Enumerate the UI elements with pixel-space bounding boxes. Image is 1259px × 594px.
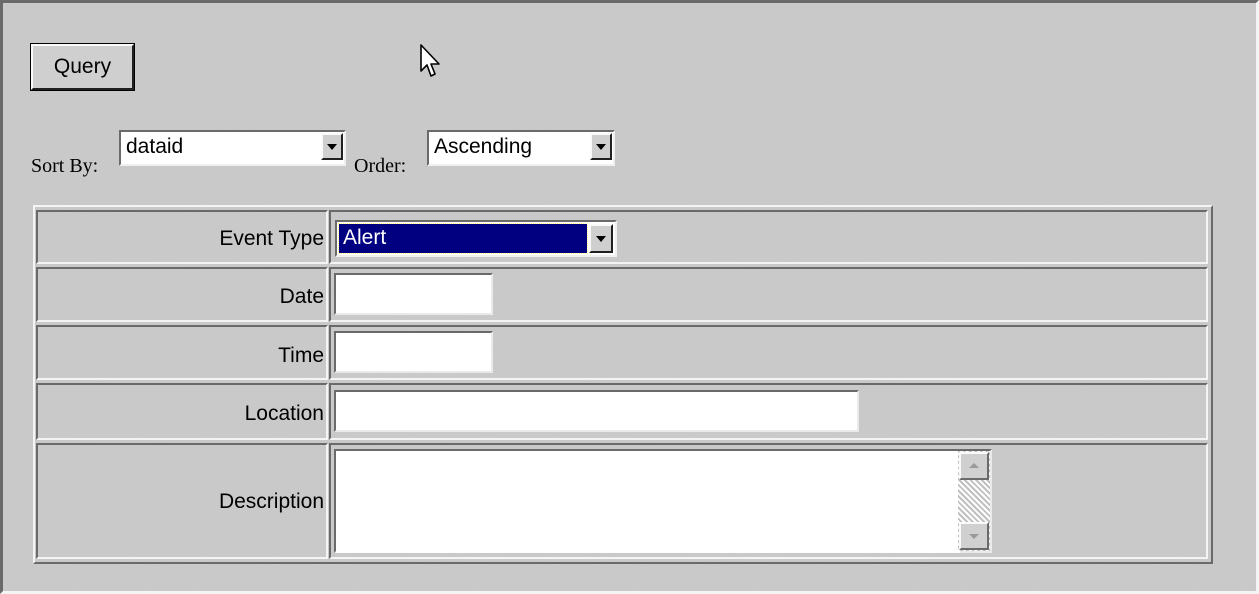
time-label-cell: Time: [36, 325, 328, 380]
description-field[interactable]: [336, 451, 960, 553]
location-label: Location: [244, 402, 324, 425]
scroll-down-arrow-icon[interactable]: [959, 522, 989, 550]
query-panel: Query Sort By: dataid Order: Ascending E…: [0, 0, 1259, 594]
vertical-scrollbar[interactable]: [958, 451, 990, 551]
date-label: Date: [279, 285, 324, 308]
sort-by-value: dataid: [126, 135, 184, 158]
event-type-label-cell: Event Type: [36, 210, 328, 264]
order-label: Order:: [354, 155, 407, 177]
event-type-value: Alert: [343, 226, 387, 249]
description-label-cell: Description: [36, 443, 328, 559]
location-field[interactable]: [334, 390, 859, 432]
chevron-down-icon[interactable]: [321, 133, 343, 160]
query-button[interactable]: Query: [30, 43, 135, 91]
event-type-label: Event Type: [219, 227, 324, 250]
location-label-cell: Location: [36, 383, 328, 440]
event-type-select[interactable]: Alert: [335, 220, 617, 257]
order-value: Ascending: [434, 135, 533, 158]
description-label: Description: [218, 490, 324, 513]
chevron-down-icon[interactable]: [589, 224, 613, 253]
chevron-down-icon[interactable]: [590, 133, 612, 160]
date-field[interactable]: [334, 273, 493, 315]
sort-by-label: Sort By:: [31, 155, 99, 177]
time-label: Time: [278, 344, 324, 367]
description-textarea[interactable]: [334, 449, 992, 553]
date-label-cell: Date: [36, 267, 328, 322]
sort-by-select[interactable]: dataid: [119, 130, 346, 166]
time-field[interactable]: [334, 331, 493, 373]
mouse-pointer-icon: [420, 44, 440, 77]
scroll-up-arrow-icon[interactable]: [959, 452, 989, 480]
order-select[interactable]: Ascending: [427, 130, 615, 166]
